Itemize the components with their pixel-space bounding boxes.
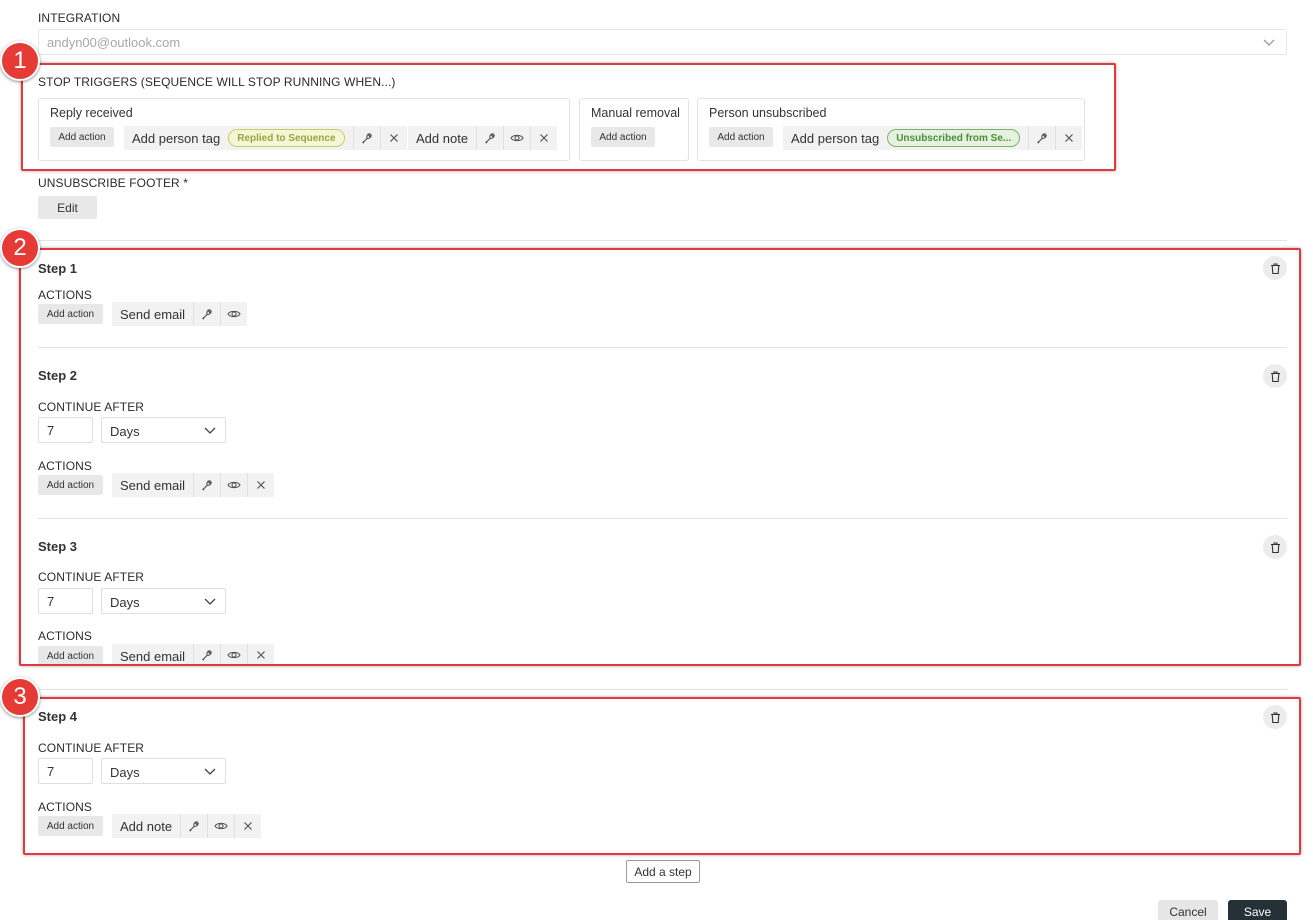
callout-badge: 1 bbox=[0, 41, 40, 81]
save-button[interactable]: Save bbox=[1228, 900, 1287, 920]
callout-box-steps bbox=[19, 248, 1301, 666]
unsubscribe-footer-label: UNSUBSCRIBE FOOTER * bbox=[38, 176, 189, 190]
callout-box-stop-triggers bbox=[21, 63, 1116, 171]
integration-label: INTEGRATION bbox=[38, 11, 121, 25]
cancel-button[interactable]: Cancel bbox=[1158, 900, 1218, 920]
callout-badge: 2 bbox=[0, 228, 40, 268]
integration-value: andyn00@outlook.com bbox=[47, 35, 181, 50]
divider bbox=[38, 240, 1287, 241]
edit-footer-button[interactable]: Edit bbox=[38, 196, 97, 219]
callout-badge: 3 bbox=[0, 677, 40, 717]
divider bbox=[38, 689, 1287, 690]
callout-box-step-4 bbox=[23, 697, 1301, 855]
integration-select[interactable]: andyn00@outlook.com bbox=[38, 29, 1287, 55]
add-step-button[interactable]: Add a step bbox=[626, 860, 700, 883]
chevron-down-icon bbox=[1262, 35, 1276, 49]
